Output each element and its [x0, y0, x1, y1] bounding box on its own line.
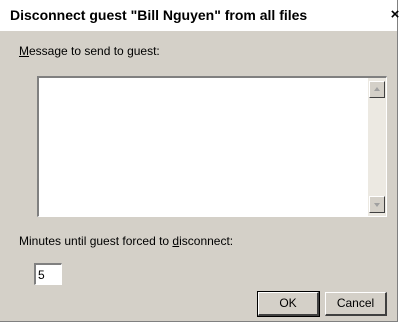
close-icon[interactable]: ×: [388, 6, 402, 24]
cancel-button[interactable]: Cancel: [325, 292, 387, 316]
message-scrollbar[interactable]: [368, 78, 386, 216]
minutes-label-after: isconnect:: [179, 234, 234, 248]
scroll-down-button[interactable]: [369, 196, 385, 213]
arrow-up-icon: [374, 87, 380, 91]
arrow-down-icon: [374, 203, 380, 207]
dialog-title: Disconnect guest "Bill Nguyen" from all …: [10, 7, 308, 23]
scroll-up-button[interactable]: [369, 81, 385, 98]
minutes-label: Minutes until guest forced to disconnect…: [19, 234, 233, 248]
minutes-input[interactable]: [34, 263, 62, 285]
ok-button[interactable]: OK: [257, 291, 320, 317]
message-label-mnemonic: M: [19, 44, 29, 58]
disconnect-guest-dialog: Disconnect guest "Bill Nguyen" from all …: [0, 0, 399, 322]
title-bar[interactable]: Disconnect guest "Bill Nguyen" from all …: [0, 0, 399, 31]
minutes-label-before: Minutes until guest forced to: [19, 234, 173, 248]
message-label: Message to send to guest:: [19, 44, 160, 58]
message-label-text: essage to send to guest:: [29, 44, 160, 58]
message-textarea[interactable]: [37, 76, 387, 217]
